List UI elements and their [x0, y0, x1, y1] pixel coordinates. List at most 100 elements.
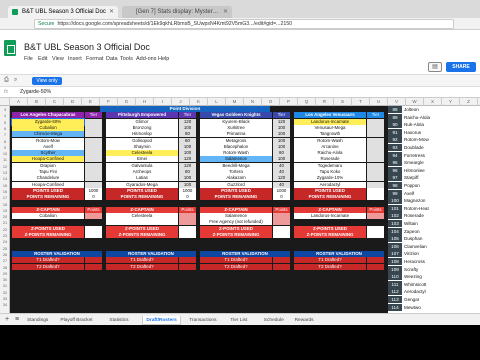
- column-header[interactable]: R: [316, 98, 334, 106]
- tier-list-row[interactable]: 106 Clamvelian: [388, 242, 480, 250]
- column-header[interactable]: D: [64, 98, 82, 106]
- roster-pokemon[interactable]: Emei: [106, 156, 178, 163]
- roster-pokemon[interactable]: Roserade: [294, 156, 366, 163]
- tier-list-row[interactable]: 101 Rotom-Heat: [388, 204, 480, 212]
- roster-pokemon[interactable]: Arcanine: [294, 143, 366, 150]
- roster-pokemon[interactable]: Primarina: [200, 131, 272, 138]
- roster-pokemon[interactable]: Hoopa-Confined: [12, 156, 84, 163]
- zcaptain-pokemon[interactable]: Cobalion: [12, 213, 84, 220]
- column-header[interactable]: U: [370, 98, 388, 106]
- roster-pokemon[interactable]: Axelf: [12, 143, 84, 150]
- sheet-tab[interactable]: Playoff Bracket: [57, 316, 95, 325]
- sheet-tab[interactable]: Transactions: [186, 316, 219, 325]
- roster-pokemon[interactable]: Tapu Fini: [12, 169, 84, 175]
- url-input[interactable]: Secure https://docs.google.com/spreadshee…: [34, 19, 454, 29]
- column-header[interactable]: V: [388, 98, 406, 106]
- menu-edit[interactable]: Edit: [38, 56, 47, 62]
- tier-list-row[interactable]: 107 Virizion: [388, 250, 480, 258]
- document-title[interactable]: B&T UBL Season 3 Official Doc: [24, 42, 150, 52]
- roster-pokemon[interactable]: Archeops: [106, 169, 178, 175]
- menu-data[interactable]: Data: [106, 56, 118, 62]
- column-header[interactable]: N: [244, 98, 262, 106]
- column-header[interactable]: C: [46, 98, 64, 106]
- column-header[interactable]: J: [172, 98, 190, 106]
- tier-list-row[interactable]: 88 Jolteon: [388, 106, 480, 113]
- menu-tools[interactable]: Tools: [120, 56, 133, 62]
- tier-list-row[interactable]: 91 Haxorus: [388, 128, 480, 136]
- roster-pokemon[interactable]: Tortera: [200, 169, 272, 175]
- roster-pokemon[interactable]: Tangrowth: [294, 131, 366, 138]
- browser-tab-inactive[interactable]: [Gen 7] Stats display: Mysterio... ✕: [122, 6, 232, 18]
- tier-list-row[interactable]: 105 Dusphan: [388, 235, 480, 243]
- roster-pokemon[interactable]: Hitmonlop: [106, 131, 178, 138]
- column-header[interactable]: K: [190, 98, 208, 106]
- tier-list-row[interactable]: 104 Zapeon: [388, 227, 480, 235]
- row-header[interactable]: 34: [0, 301, 10, 309]
- roster-pokemon[interactable]: Shaymin: [106, 143, 178, 150]
- column-header[interactable]: Y: [442, 98, 460, 106]
- sheet-tab[interactable]: Schedule: [261, 316, 287, 325]
- column-header[interactable]: P: [280, 98, 298, 106]
- column-header[interactable]: B: [28, 98, 46, 106]
- sheet-tab[interactable]: Statistics: [106, 316, 131, 325]
- column-header[interactable]: Q: [298, 98, 316, 106]
- tier-list-row[interactable]: 113 Gengar: [388, 296, 480, 303]
- tier-list-row[interactable]: 108 Heracross: [388, 258, 480, 265]
- roster-pokemon[interactable]: Aerodactyl: [294, 181, 366, 188]
- roster-pokemon[interactable]: Cobalion: [12, 124, 84, 131]
- roster-pokemon[interactable]: Kyurem-Black: [200, 118, 272, 125]
- roster-pokemon[interactable]: Glimor: [106, 118, 178, 125]
- column-header[interactable]: L: [208, 98, 226, 106]
- tier-list-row[interactable]: 102 Roserade: [388, 212, 480, 220]
- column-header[interactable]: G: [118, 98, 136, 106]
- tier-list-row[interactable]: 100 Magnezon: [388, 197, 480, 205]
- column-header[interactable]: E: [82, 98, 100, 106]
- column-header[interactable]: Z: [460, 98, 478, 106]
- roster-pokemon[interactable]: Rotom-Wash: [294, 137, 366, 144]
- roster-pokemon[interactable]: Zygarde-50%: [11, 117, 85, 126]
- column-header[interactable]: T: [352, 98, 370, 106]
- close-tab-icon[interactable]: ✕: [109, 6, 114, 18]
- add-sheet-icon[interactable]: +: [2, 315, 12, 324]
- tier-list-row[interactable]: 112 Aerodactyl: [388, 288, 480, 296]
- roster-pokemon[interactable]: Guzzlord: [200, 181, 272, 188]
- column-header[interactable]: X: [424, 98, 442, 106]
- zcaptain-pokemon[interactable]: Landorus-Incarnate: [294, 213, 366, 220]
- column-header[interactable]: O: [262, 98, 280, 106]
- column-header[interactable]: A: [10, 98, 28, 106]
- menu-help[interactable]: Help: [158, 56, 169, 62]
- all-sheets-icon[interactable]: ≡: [12, 315, 22, 324]
- tier-list-row[interactable]: 94 Forretress: [388, 151, 480, 159]
- roster-pokemon[interactable]: Salamence: [200, 156, 272, 163]
- roster-pokemon[interactable]: Zygarde-10%: [294, 175, 366, 182]
- tier-list-row[interactable]: 93 Doublade: [388, 144, 480, 151]
- zcaptain-extra[interactable]: Free Agency (not refunded): [200, 219, 272, 226]
- sheet-tab[interactable]: Standings: [24, 316, 51, 325]
- sheet-tab[interactable]: Tier List: [227, 316, 250, 325]
- roster-pokemon[interactable]: Scyther: [12, 150, 84, 157]
- roster-pokemon[interactable]: Venusaur-Mega: [294, 124, 366, 131]
- roster-pokemon[interactable]: Bronzong: [106, 124, 178, 131]
- zcaptain-pokemon[interactable]: Celesteela: [106, 213, 178, 220]
- tier-list-row[interactable]: 96 Hitmonlee: [388, 166, 480, 174]
- roster-pokemon[interactable]: Chimcie-Mega: [12, 131, 84, 138]
- tier-list-row[interactable]: 111 Whimsicott: [388, 280, 480, 288]
- roster-pokemon[interactable]: Celesteela: [106, 150, 178, 157]
- column-header[interactable]: W: [406, 98, 424, 106]
- roster-pokemon[interactable]: Landorus-Incarnate: [294, 118, 366, 125]
- tier-list-row[interactable]: 98 Poppon: [388, 182, 480, 189]
- column-header[interactable]: F: [100, 98, 118, 106]
- roster-pokemon[interactable]: Latias: [106, 175, 178, 182]
- tier-list-row[interactable]: 99 Axelf: [388, 189, 480, 197]
- zcaptain-pokemon[interactable]: Salamence: [200, 213, 272, 220]
- column-header[interactable]: I: [154, 98, 172, 106]
- tier-list-row[interactable]: 92 Rotom-Mow: [388, 136, 480, 144]
- close-tab-icon-2[interactable]: ✕: [223, 6, 228, 18]
- menu-view[interactable]: View: [52, 56, 64, 62]
- zoom-icon[interactable]: ⌕: [14, 77, 17, 84]
- menu-file[interactable]: File: [24, 56, 33, 62]
- roster-pokemon[interactable]: Alakazam: [200, 175, 272, 182]
- tier-list-row[interactable]: 89 Raichu-Alola: [388, 113, 480, 121]
- roster-pokemon[interactable]: Togedemaru: [294, 162, 366, 169]
- roster-pokemon[interactable]: Gyarados-Mega: [106, 181, 178, 188]
